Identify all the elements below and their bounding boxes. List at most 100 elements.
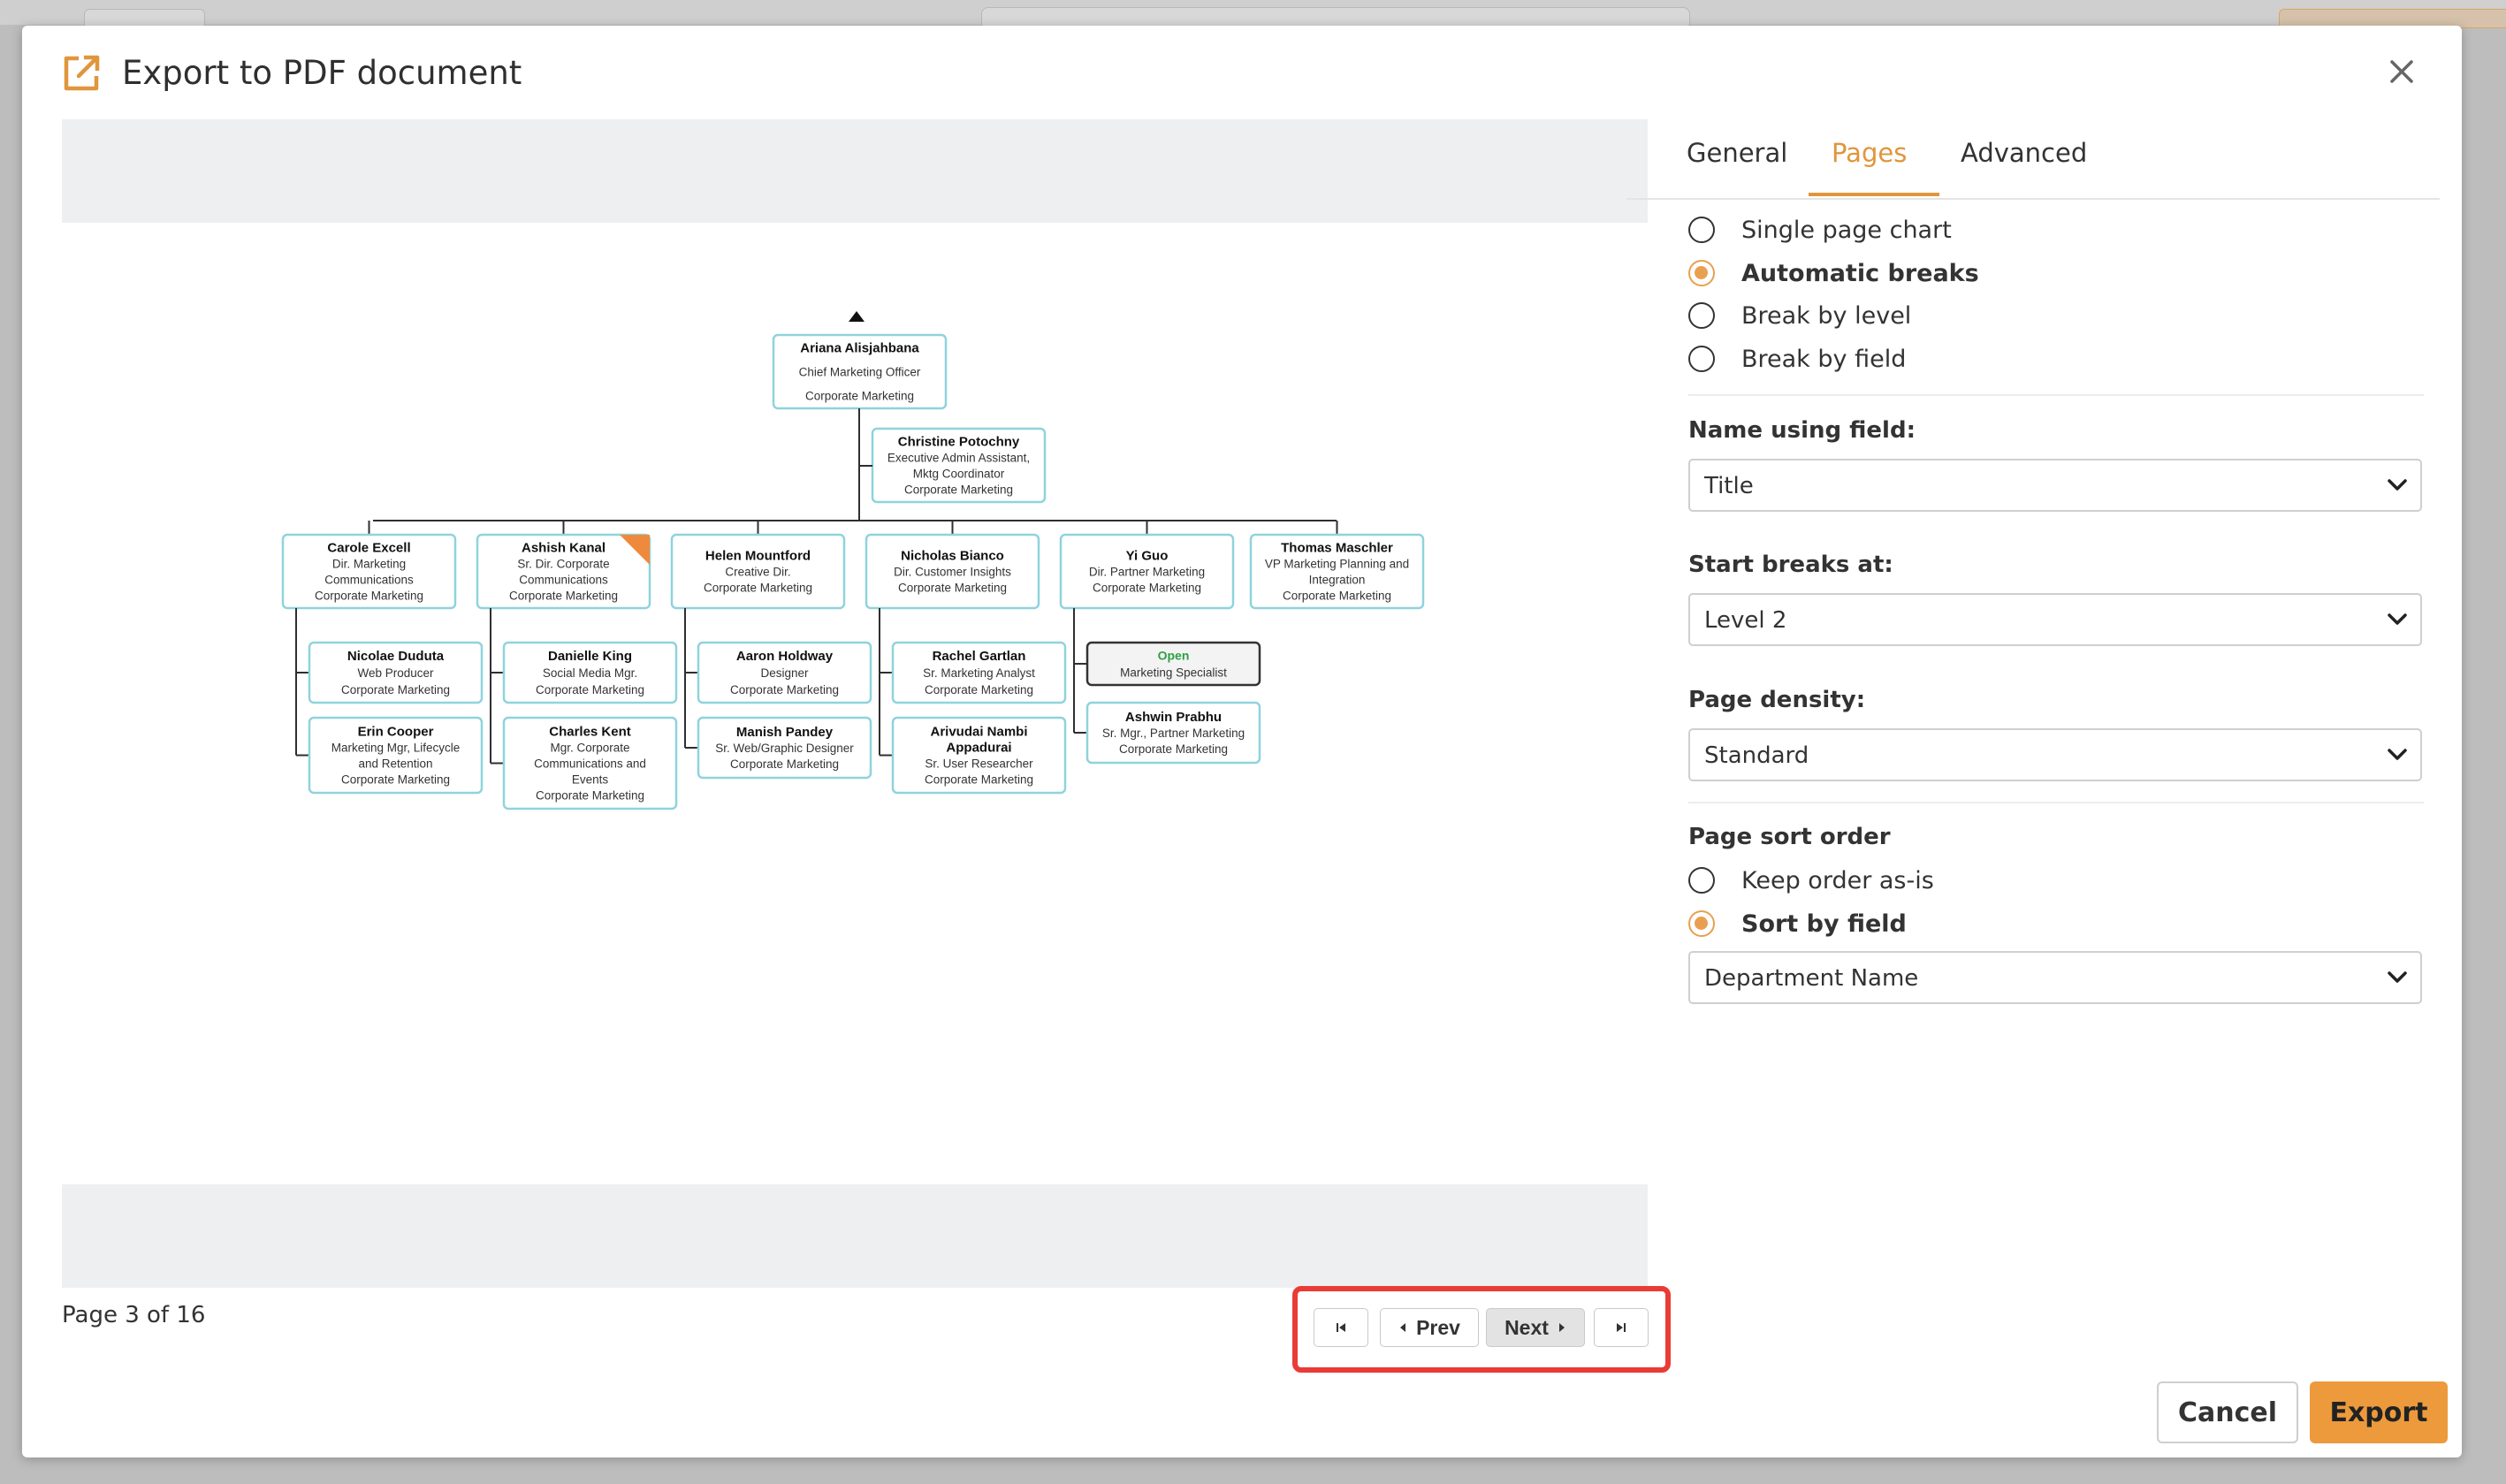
chevron-down-icon [2388, 749, 2407, 760]
org-node-line: Communications [519, 574, 608, 587]
org-node-line: Marketing Specialist [1120, 666, 1227, 680]
org-node[interactable]: Rachel Gartlan Sr. Marketing Analyst Corpo… [891, 641, 1067, 704]
section-divider [1688, 802, 2424, 803]
org-node-name: Ashish Kanal [522, 541, 606, 556]
radio-single-page-chart[interactable]: Single page chart [1688, 215, 1952, 245]
org-node-line: Corporate Marketing [1093, 582, 1201, 595]
org-node[interactable]: Charles Kent Mgr. Corporate Communications… [502, 716, 678, 810]
radio-button[interactable] [1688, 346, 1715, 372]
select-value: Level 2 [1704, 607, 1787, 634]
close-icon[interactable] [2384, 54, 2419, 89]
org-node-line: Corporate Marketing [925, 773, 1033, 787]
radio-break-by-level[interactable]: Break by level [1688, 301, 1911, 331]
start-breaks-at-label: Start breaks at: [1688, 552, 1893, 578]
org-node-line: Sr. Web/Graphic Designer [715, 742, 854, 755]
org-node-line: Corporate Marketing [730, 683, 839, 696]
cancel-button[interactable]: Cancel [2157, 1381, 2298, 1443]
org-node[interactable]: Nicholas Bianco Dir. Customer Insights Cor… [865, 533, 1040, 610]
org-node[interactable]: Aaron Holdway Designer Corporate Marketing [697, 641, 872, 704]
org-node[interactable]: Manish Pandey Sr. Web/Graphic Designer Cor… [697, 716, 872, 780]
start-breaks-at-select[interactable]: Level 2 [1688, 593, 2422, 646]
page-sort-order-label: Page sort order [1688, 824, 1891, 850]
page-density-select[interactable]: Standard [1688, 728, 2422, 781]
radio-break-by-field[interactable]: Break by field [1688, 344, 1906, 374]
org-node-line: Sr. Marketing Analyst [923, 666, 1035, 680]
org-node[interactable]: Ariana Alisjahbana Chief Marketing Office… [772, 333, 948, 410]
org-node-line: Corporate Marketing [536, 683, 644, 696]
org-node-line: Mgr. Corporate [550, 742, 629, 755]
radio-button[interactable] [1688, 217, 1715, 243]
radio-button[interactable] [1688, 302, 1715, 329]
org-node-name: Aaron Holdway [736, 649, 834, 664]
background-app-toolbar [0, 0, 2506, 30]
last-page-button[interactable] [1594, 1308, 1649, 1347]
org-node[interactable]: Ashwin Prabhu Sr. Mgr., Partner Marketing… [1085, 701, 1261, 765]
first-page-button[interactable] [1314, 1308, 1368, 1347]
org-node[interactable]: Arivudai NambiAppaduraiSr. User Research… [891, 716, 1067, 795]
org-node-line: Creative Dir. [725, 566, 790, 579]
org-node[interactable]: Christine Potochny Executive Admin Assist… [871, 427, 1047, 504]
prev-button[interactable]: Prev [1380, 1308, 1479, 1347]
tab-pages[interactable]: Pages [1832, 138, 1907, 168]
org-node-line: Designer [760, 666, 809, 680]
radio-label: Keep order as-is [1741, 866, 1934, 894]
org-node-name: Danielle King [548, 649, 632, 664]
org-node-name: Nicholas Bianco [901, 549, 1004, 564]
radio-sort-by-field[interactable]: Sort by field [1688, 909, 1907, 939]
next-button[interactable]: Next [1486, 1308, 1585, 1347]
org-node-name: Arivudai Nambi [930, 725, 1027, 740]
org-node[interactable]: Yi Guo Dir. Partner Marketing Corporate Ma… [1059, 533, 1235, 610]
radio-label: Automatic breaks [1741, 259, 1979, 287]
org-node-line: Communications [324, 574, 414, 587]
org-node[interactable]: Thomas Maschler VP Marketing Planning and… [1249, 533, 1425, 610]
org-node-line: Corporate Marketing [925, 683, 1033, 696]
org-node-line: Corporate Marketing [1283, 590, 1391, 603]
org-node[interactable]: Danielle King Social Media Mgr. Corporate … [502, 641, 678, 704]
org-node-line: Corporate Marketing [704, 582, 812, 595]
org-node[interactable]: Erin Cooper Marketing Mgr, Lifecycle and R… [308, 716, 484, 795]
org-node-line: Corporate Marketing [509, 590, 618, 603]
select-value: Department Name [1704, 965, 1919, 992]
external-link-icon [64, 55, 100, 91]
org-node-line: Marketing Mgr, Lifecycle [331, 742, 461, 755]
settings-tabs: General Pages Advanced [1626, 94, 2440, 200]
last-page-icon [1617, 1323, 1626, 1332]
org-node[interactable]: Ashish Kanal Sr. Dir. Corporate Communicat… [476, 533, 651, 610]
chevron-down-icon [2388, 971, 2407, 983]
sort-field-select[interactable]: Department Name [1688, 951, 2422, 1004]
org-node-line: Corporate Marketing [536, 789, 644, 803]
org-node-line: Web Producer [357, 666, 434, 680]
org-node-line: Corporate Marketing [904, 483, 1013, 497]
org-node[interactable]: Carole Excell Dir. Marketing Communication… [281, 533, 457, 610]
export-button[interactable]: Export [2310, 1381, 2448, 1443]
select-value: Title [1704, 473, 1754, 499]
next-label: Next [1504, 1315, 1549, 1339]
org-node[interactable]: Nicolae Duduta Web Producer Corporate Mark… [308, 641, 484, 704]
org-node-line: Corporate Marketing [898, 582, 1007, 595]
radio-automatic-breaks[interactable]: Automatic breaks [1688, 258, 1979, 288]
radio-label: Break by field [1741, 345, 1907, 373]
org-node-open-position[interactable]: Open Marketing Specialist [1085, 641, 1261, 687]
radio-label: Sort by field [1741, 909, 1907, 938]
expand-up-icon[interactable] [849, 311, 865, 322]
chevron-down-icon [2388, 479, 2407, 491]
org-node-name: Christine Potochny [898, 435, 1020, 450]
name-using-field-select[interactable]: Title [1688, 459, 2422, 512]
tab-advanced[interactable]: Advanced [1961, 138, 2087, 168]
section-divider [1688, 394, 2424, 396]
org-node-name: Erin Cooper [358, 725, 434, 740]
radio-button[interactable] [1688, 867, 1715, 894]
org-node-line: Dir. Customer Insights [894, 566, 1011, 579]
radio-button-checked[interactable] [1688, 260, 1715, 286]
select-value: Standard [1704, 742, 1809, 769]
tab-general[interactable]: General [1687, 138, 1787, 168]
org-node-line: Dir. Partner Marketing [1089, 566, 1205, 579]
radio-button-checked[interactable] [1688, 910, 1715, 937]
org-node[interactable]: Helen Mountford Creative Dir. Corporate Ma… [670, 533, 846, 610]
org-node-name: Open [1158, 649, 1190, 663]
org-node-line: Sr. Dir. Corporate [517, 558, 609, 571]
chevron-down-icon [2388, 613, 2407, 625]
radio-keep-order[interactable]: Keep order as-is [1688, 865, 1934, 895]
org-node-line: Social Media Mgr. [543, 666, 637, 680]
org-node-line: Corporate Marketing [1119, 742, 1228, 756]
